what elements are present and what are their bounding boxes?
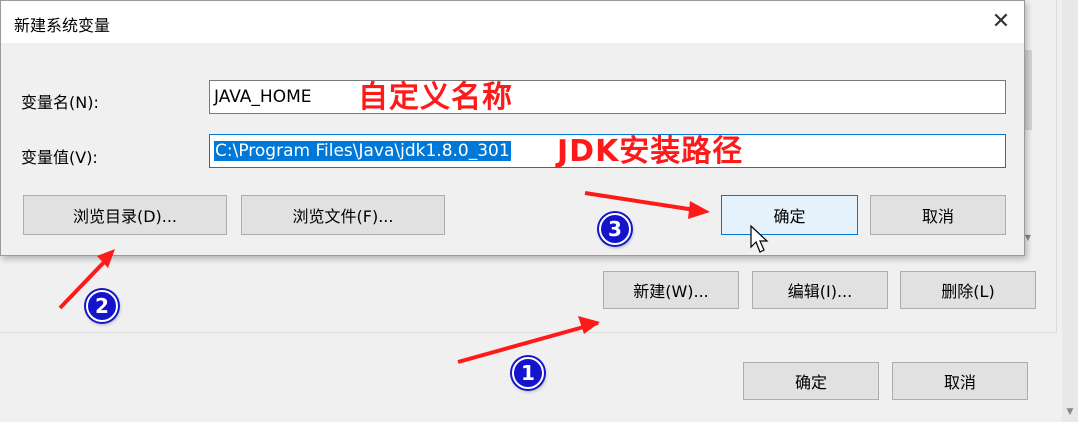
mouse-cursor-icon [750, 225, 769, 253]
arrow-3-head [688, 201, 710, 219]
step-badge-2: 2 [86, 290, 118, 322]
arrow-3 [584, 191, 696, 212]
step-badge-1: 1 [512, 357, 544, 389]
annotation-arrows [58, 191, 710, 364]
step-badge-3: 3 [599, 213, 631, 245]
